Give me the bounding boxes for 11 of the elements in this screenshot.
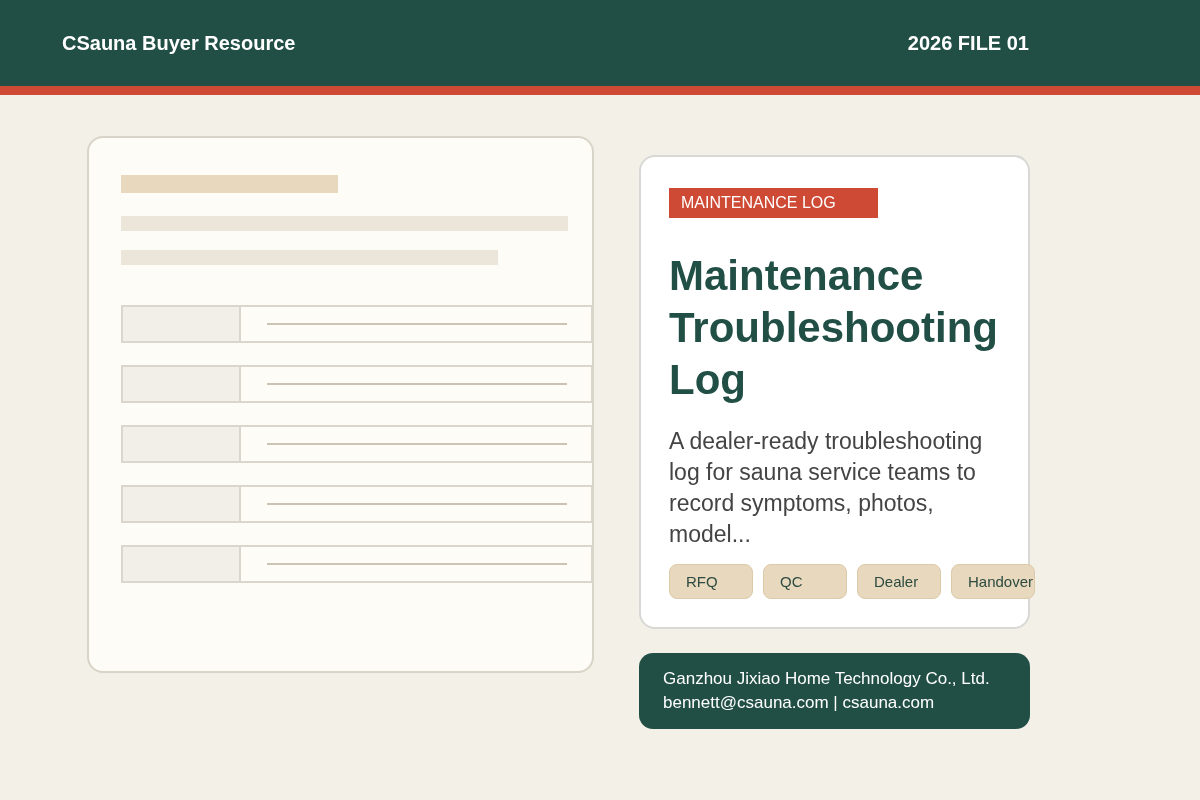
tag: Dealer [857,564,941,599]
brand-name: CSauna Buyer Resource [62,31,296,55]
file-label: 2026 FILE 01 [907,31,1029,55]
tag: RFQ [669,564,753,599]
company-name: Ganzhou Jixiao Home Technology Co., Ltd. [663,669,991,689]
category-badge: MAINTENANCE LOG [669,188,878,218]
page-title: Maintenance Troubleshooting Log [669,251,999,405]
contact-line: bennett@csauna.com | csauna.com [663,693,936,713]
description: A dealer-ready troubleshooting log for sauna service teams to record symptoms, photos, model... [669,427,984,549]
tag: Handover [951,564,1035,599]
tag: QC [763,564,847,599]
